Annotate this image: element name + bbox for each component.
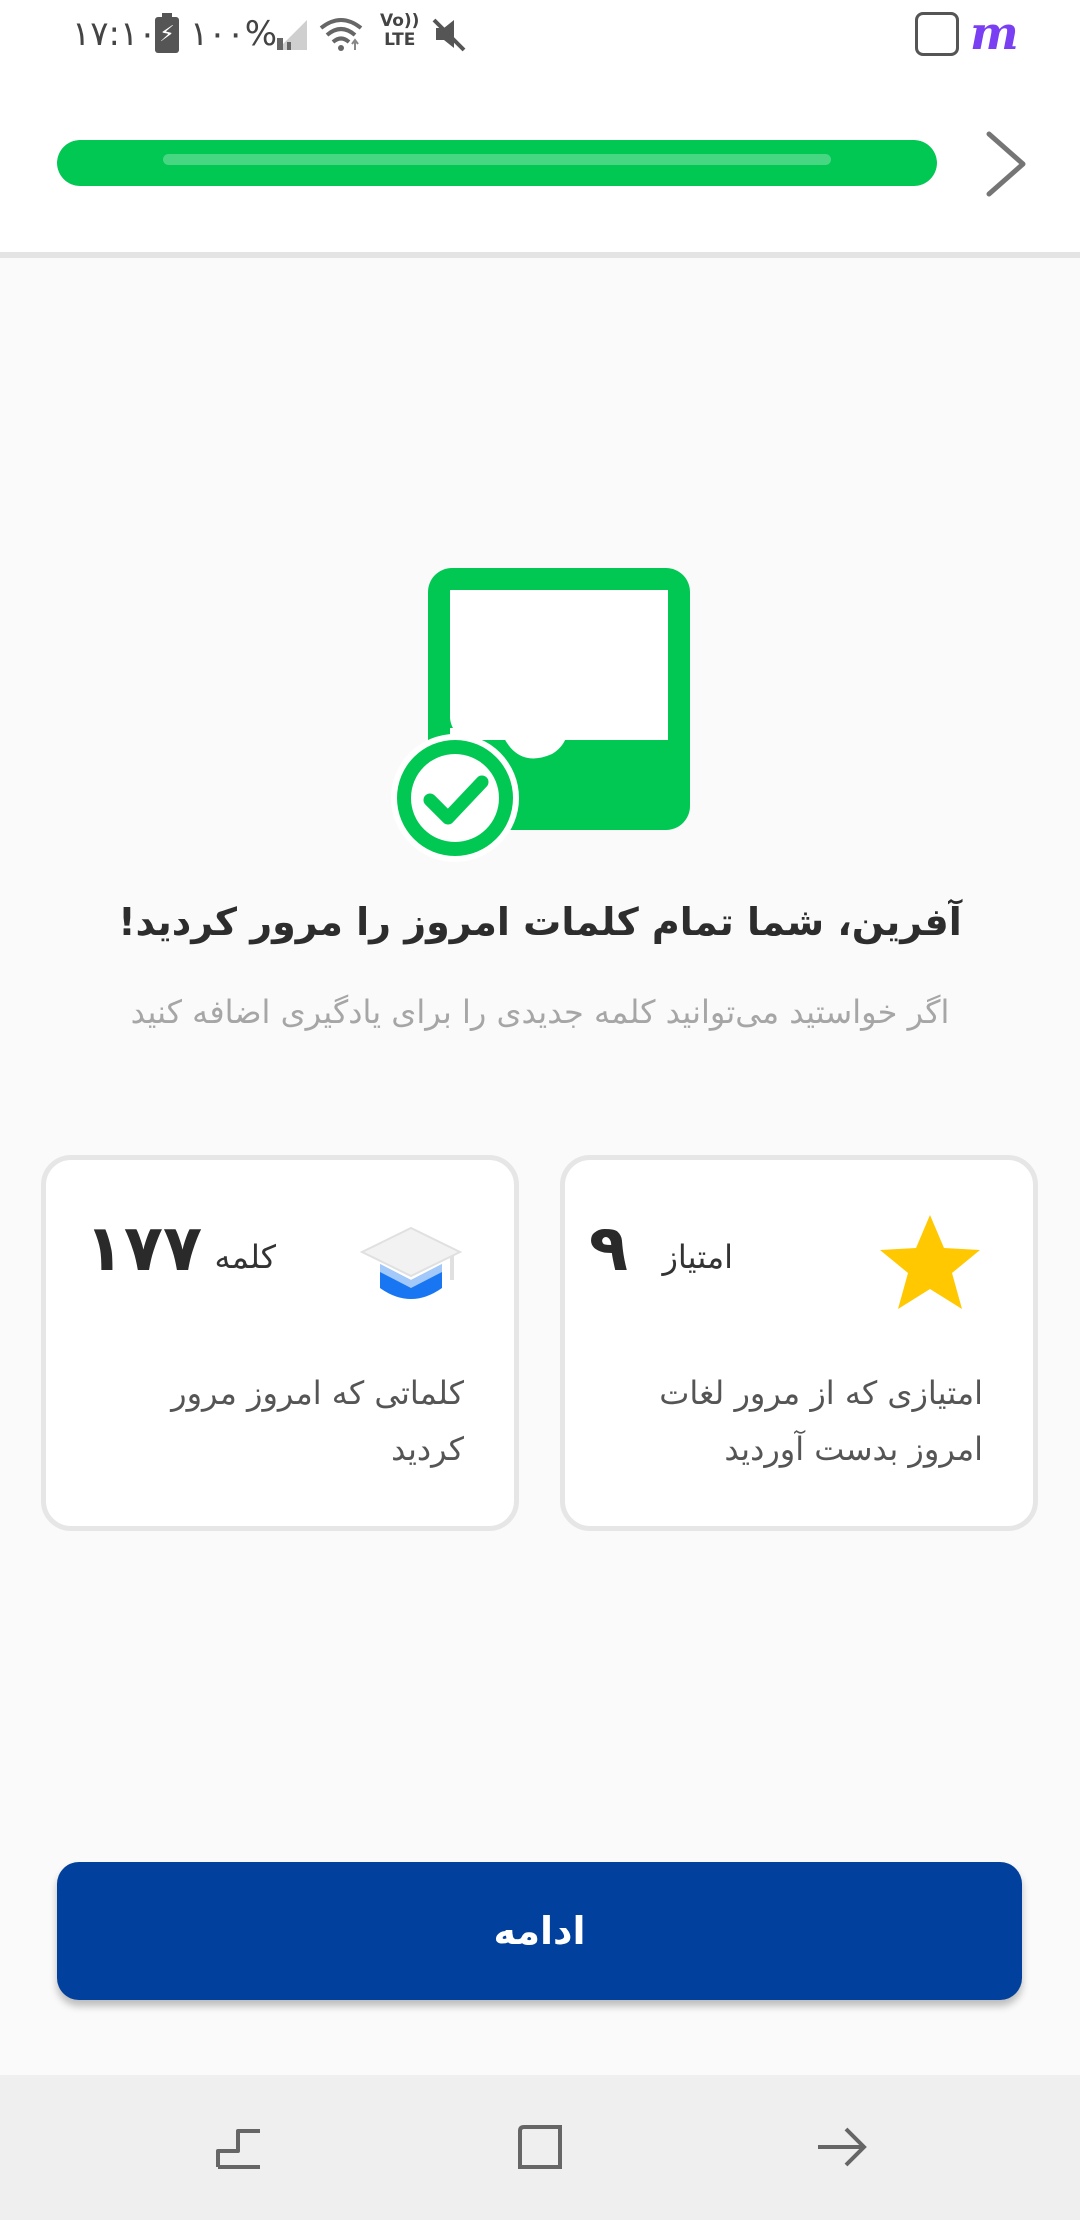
- status-bar: ۱۷:۱۰ ⚡ ۱۰۰% Vo)) LTE m: [0, 0, 1080, 70]
- progress-bar: [57, 140, 937, 186]
- score-card: امتیاز ۹ امتیازی که از مرور لغات امروز ب…: [560, 1155, 1038, 1531]
- home-icon[interactable]: [510, 2117, 570, 2177]
- wifi-icon: [319, 18, 363, 51]
- mute-icon: [432, 18, 466, 52]
- words-card: کلمه ۱۷۷ کلماتی که امروز مرور کردید: [41, 1155, 519, 1531]
- score-value: ۹: [588, 1212, 628, 1286]
- volte-top-label: Vo)): [380, 11, 420, 31]
- score-label: امتیاز: [662, 1238, 733, 1276]
- signal-icon: [277, 20, 307, 50]
- score-description: امتیازی که از مرور لغات امروز بدست آوردی…: [659, 1374, 983, 1468]
- system-nav-bar: [0, 2075, 1080, 2220]
- success-title: آفرین، شما تمام کلمات امروز را مرور کردی…: [118, 900, 962, 944]
- star-icon: [880, 1215, 980, 1309]
- back-nav-icon[interactable]: [812, 2117, 872, 2177]
- battery-percent: ۱۰۰%: [190, 14, 278, 54]
- back-button[interactable]: [975, 122, 1039, 206]
- recent-apps-icon[interactable]: [208, 2117, 268, 2177]
- app-m-badge-icon: m: [970, 6, 1019, 60]
- volte-icon: Vo)) LTE: [380, 12, 419, 50]
- charging-bolt-icon: ⚡: [159, 22, 175, 47]
- continue-button[interactable]: ادامه: [57, 1862, 1022, 2000]
- status-time: ۱۷:۱۰: [72, 14, 157, 54]
- words-value: ۱۷۷: [84, 1212, 202, 1286]
- words-label: کلمه: [214, 1238, 276, 1276]
- app-notification-icon: [915, 12, 959, 56]
- inbox-complete-illustration: [391, 568, 690, 862]
- words-description: کلماتی که امروز مرور کردید: [171, 1374, 464, 1468]
- volte-bottom-label: LTE: [384, 30, 416, 50]
- progress-fill: [57, 140, 937, 186]
- graduation-cap-icon: [359, 1226, 463, 1299]
- success-subtitle: اگر خواستید می‌توانید کلمه جدیدی را برای…: [130, 993, 950, 1031]
- progress-shine: [163, 154, 831, 165]
- header: [0, 70, 1080, 258]
